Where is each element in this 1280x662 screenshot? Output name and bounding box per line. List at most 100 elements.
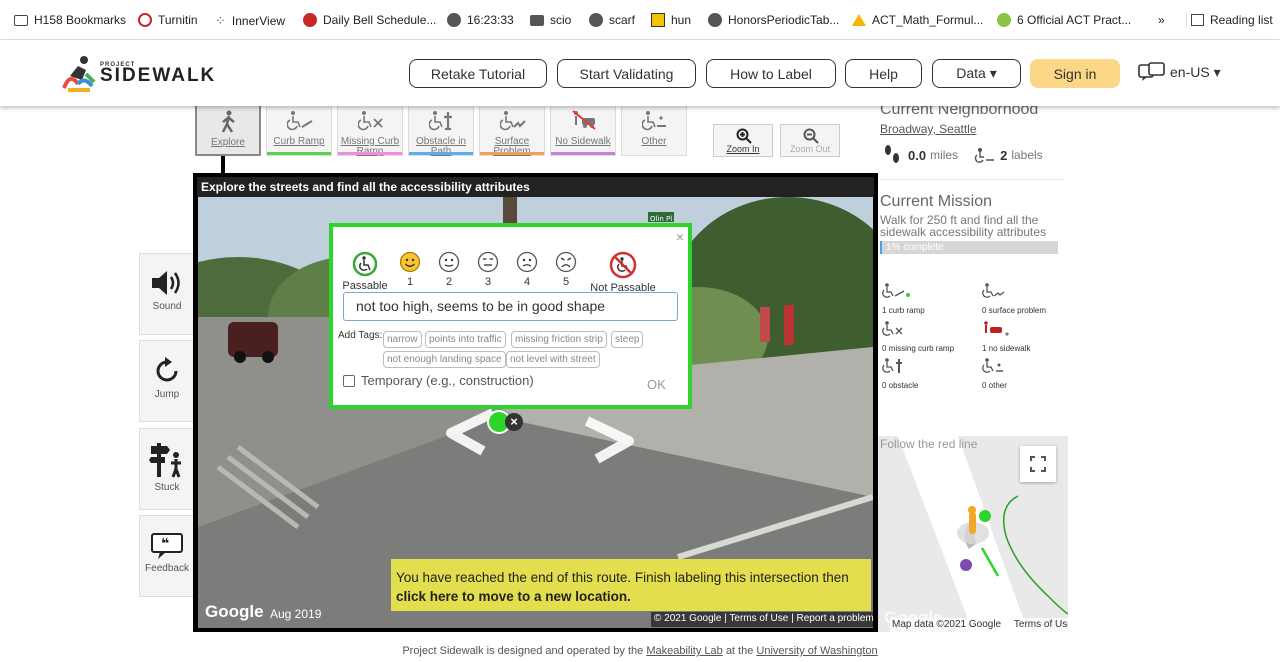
signpost-icon (149, 443, 181, 478)
severity-5-option[interactable]: 5 (551, 251, 581, 288)
explore-tool[interactable]: Explore (195, 104, 261, 156)
tag-missing-friction-strip[interactable]: missing friction strip (511, 331, 607, 348)
route-message-text: You have reached the end of this route. … (396, 570, 849, 585)
hun-icon (651, 13, 665, 27)
feedback-button[interactable]: ❝ Feedback (139, 515, 195, 597)
panorama-terms-link[interactable]: Terms of Use (729, 613, 788, 624)
not-passable-icon (609, 251, 637, 279)
curb-ramp-count-icon (882, 283, 910, 298)
no-sidewalk-tool[interactable]: No Sidewalk (550, 104, 616, 156)
start-validating-button[interactable]: Start Validating (557, 59, 696, 88)
zoom-in-button[interactable]: Zoom In (713, 124, 773, 157)
university-link[interactable]: University of Washington (756, 645, 877, 657)
surface-problem-tool[interactable]: Surface Problem (479, 104, 545, 157)
panorama-date: Aug 2019 (270, 607, 322, 621)
stuck-button[interactable]: Stuck (139, 428, 195, 510)
refresh-icon (156, 357, 178, 382)
passable-option[interactable]: Passable (337, 251, 393, 292)
severity-3-option[interactable]: 3 (473, 251, 503, 288)
severity-1-option[interactable]: 1 (395, 251, 425, 288)
sad-face-icon (555, 251, 577, 273)
route-complete-message: You have reached the end of this route. … (391, 559, 871, 611)
not-passable-option[interactable]: Not Passable (585, 251, 661, 294)
neutral-face-icon (477, 251, 499, 273)
no-sidewalk-count: 1 no sidewalk (982, 344, 1031, 353)
data-dropdown-button[interactable]: Data ▾ (932, 59, 1021, 88)
sign-in-button[interactable]: Sign in (1030, 59, 1120, 88)
miles-value: 0.0 (908, 147, 927, 163)
sound-button[interactable]: Sound (139, 253, 195, 335)
mission-title: Current Mission (880, 193, 993, 210)
unhappy-face-icon (516, 251, 538, 273)
bookmark-innerview[interactable]: ⁘ InnerView (215, 13, 285, 29)
innerview-icon: ⁘ (215, 13, 226, 28)
curb-ramp-tool[interactable]: Curb Ramp (266, 104, 332, 156)
other-tool[interactable]: Other (621, 104, 687, 156)
other-count: 0 other (982, 381, 1007, 390)
globe-icon (589, 13, 603, 27)
feedback-icon: ❝ (151, 533, 183, 559)
bookmark-turnitin[interactable]: Turnitin (138, 13, 198, 27)
speaker-icon (152, 271, 180, 295)
help-button[interactable]: Help (845, 59, 922, 88)
no-sidewalk-count-icon (984, 321, 1009, 336)
folder-icon (14, 14, 28, 26)
jump-button[interactable]: Jump (139, 340, 195, 422)
translate-icon (1138, 62, 1165, 81)
bookmark-h158[interactable]: H158 Bookmarks (14, 13, 126, 27)
zoom-out-button[interactable]: Zoom Out (780, 124, 840, 157)
makeability-lab-link[interactable]: Makeability Lab (646, 645, 722, 657)
fullscreen-icon[interactable] (1020, 446, 1056, 482)
tag-steep[interactable]: steep (611, 331, 644, 348)
ok-button[interactable]: OK (647, 377, 666, 392)
label-description-input[interactable]: not too high, seems to be in good shape (343, 292, 678, 321)
forward-arrow-icon[interactable] (581, 415, 637, 465)
other-icon (642, 111, 666, 131)
tag-not-level-with-street[interactable]: not level with street (506, 351, 600, 368)
new-location-link[interactable]: click here to move to a new location. (396, 587, 866, 606)
globe-icon (447, 13, 461, 27)
bookmark-scarf[interactable]: scarf (589, 13, 635, 27)
globe-icon (708, 13, 722, 27)
walking-person-icon (221, 110, 235, 133)
pdf-icon (997, 13, 1011, 27)
language-selector[interactable]: en-US ▾ (1138, 62, 1221, 82)
bookmarks-overflow[interactable]: » (1158, 13, 1165, 27)
bookmark-hun[interactable]: hun (651, 13, 691, 27)
neighborhood-name-link[interactable]: Broadway, Seattle (880, 122, 1066, 136)
missing-curb-ramp-count-icon (882, 321, 903, 336)
curb-ramp-icon (287, 111, 313, 131)
reading-list[interactable]: Reading list (1186, 13, 1273, 27)
obstacle-tool[interactable]: Obstacle in Path (408, 104, 474, 157)
no-sidewalk-icon (572, 110, 596, 130)
top-navigation: PROJECT SIDEWALK Retake Tutorial Start V… (0, 40, 1280, 106)
curb-ramp-count: 1 curb ramp (882, 306, 925, 315)
bookmark-act-practice[interactable]: 6 Official ACT Pract... (997, 13, 1131, 27)
report-problem-link[interactable]: Report a problem (796, 613, 873, 624)
tag-points-into-traffic[interactable]: points into traffic (425, 331, 506, 348)
retake-tutorial-button[interactable]: Retake Tutorial (409, 59, 547, 88)
smile-face-icon (399, 251, 421, 273)
minimap-terms-link[interactable]: Terms of Use (1014, 619, 1068, 630)
bookmark-clock[interactable]: 16:23:33 (447, 13, 514, 27)
how-to-label-button[interactable]: How to Label (706, 59, 836, 88)
bookmark-periodic[interactable]: HonorsPeriodicTab... (708, 13, 839, 27)
panorama-header: Explore the streets and find all the acc… (197, 177, 874, 197)
bookmark-scio[interactable]: scio (530, 13, 571, 27)
project-sidewalk-logo[interactable]: PROJECT SIDEWALK (62, 54, 216, 92)
google-logo: Google (205, 602, 264, 621)
temporary-label[interactable]: Temporary (e.g., construction) (361, 373, 534, 388)
folder-icon (530, 14, 544, 26)
temporary-checkbox[interactable] (343, 375, 355, 387)
bookmark-act-math[interactable]: ACT_Math_Formul... (852, 13, 983, 27)
tag-not-enough-landing-space[interactable]: not enough landing space (383, 351, 506, 368)
severity-2-option[interactable]: 2 (434, 251, 464, 288)
bookmark-daily-bell[interactable]: Daily Bell Schedule... (303, 13, 436, 27)
zoom-in-icon (736, 128, 752, 144)
delete-label-icon[interactable]: × (505, 413, 523, 431)
minimap[interactable]: Follow the red line Google Map data ©202… (878, 436, 1068, 632)
missing-curb-ramp-tool[interactable]: Missing Curb Ramp (337, 104, 403, 157)
close-dialog-icon[interactable]: × (676, 229, 684, 245)
tag-narrow[interactable]: narrow (383, 331, 422, 348)
severity-4-option[interactable]: 4 (512, 251, 542, 288)
